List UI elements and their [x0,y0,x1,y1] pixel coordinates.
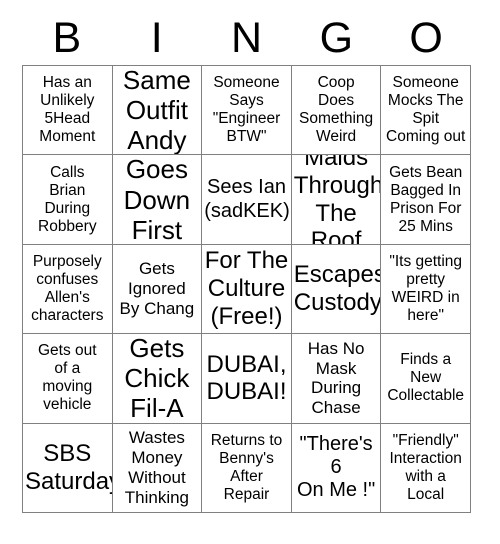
bingo-cell-label: Sees Ian (sadKEK) [204,176,290,222]
bingo-cell-label: Coop Does Something Weird [299,74,374,146]
bingo-cell[interactable]: Returns to Benny's After Repair [202,423,292,513]
bingo-cell-label: Gets Bean Bagged In Prison For 25 Mins [389,163,463,235]
bingo-cell[interactable]: Wastes Money Without Thinking [112,423,203,513]
bingo-cell[interactable]: Gets Chick Fil-A [112,334,203,424]
bingo-cell-label: For The Culture (Free!) [204,247,289,330]
bingo-cell[interactable]: Escapes Custody [291,244,382,335]
bingo-cell-label: Someone Mocks The Spit Coming out [386,74,466,146]
bingo-header: B I N G O [22,12,471,65]
bingo-cell[interactable]: Malds Through The Roof [291,155,382,245]
bingo-cell[interactable]: Has an Unlikely 5Head Moment [23,66,113,156]
bingo-cell-label: Has No Mask During Chase [307,338,365,418]
bingo-cell[interactable]: SBS Saturday [23,423,113,513]
bingo-header-letter-n: N [230,14,263,62]
bingo-cell[interactable]: Purposely confuses Allen's characters [23,244,113,335]
bingo-cell[interactable]: Goes Down First [112,155,203,245]
bingo-cell-label: "Its getting pretty WEIRD in here" [389,253,463,324]
bingo-cell-label: Someone Says "Engineer BTW" [212,74,281,146]
bingo-cell[interactable]: Someone Says "Engineer BTW" [202,66,292,156]
bingo-header-letter-i: I [150,14,163,62]
bingo-cell-label: Wastes Money Without Thinking [124,428,190,507]
bingo-cell[interactable]: Has No Mask During Chase [291,334,382,424]
bingo-cell-label: Same Outfit Andy [122,66,191,156]
bingo-cell[interactable]: "Friendly" Interaction with a Local [381,423,471,513]
bingo-cell-label: Has an Unlikely 5Head Moment [39,74,96,146]
bingo-cell-label: Finds a New Collectable [387,351,465,405]
bingo-cell[interactable]: "There's 6 On Me !" [291,423,382,513]
bingo-cell-label: Purposely confuses Allen's characters [31,253,104,324]
bingo-cell-free-space[interactable]: For The Culture (Free!) [202,244,292,335]
bingo-header-letter-g: G [319,14,354,62]
bingo-cell-label: Gets Ignored By Chang [119,259,195,318]
bingo-cell-label: "There's 6 On Me !" [296,433,376,502]
bingo-cell[interactable]: Finds a New Collectable [381,334,471,424]
bingo-cell-label: Gets out of a moving vehicle [38,342,97,414]
bingo-cell-label: Calls Brian During Robbery [38,163,97,235]
bingo-cell-label: Escapes Custody [293,261,382,316]
bingo-header-letter-b: B [52,14,82,62]
bingo-cell[interactable]: Calls Brian During Robbery [23,155,113,245]
bingo-cell[interactable]: Gets out of a moving vehicle [23,334,113,424]
bingo-card: B I N G O Has an Unlikely 5Head Moment Sa… [0,0,500,544]
bingo-header-letter-o: O [409,14,443,62]
bingo-cell[interactable]: Gets Bean Bagged In Prison For 25 Mins [381,155,471,245]
bingo-cell[interactable]: "Its getting pretty WEIRD in here" [381,244,471,335]
bingo-cell-label: "Friendly" Interaction with a Local [389,431,462,503]
bingo-cell[interactable]: Gets Ignored By Chang [112,244,203,335]
bingo-cell-label: DUBAI, DUBAI! [206,350,287,406]
bingo-cell[interactable]: Same Outfit Andy [112,66,203,156]
bingo-cell[interactable]: Someone Mocks The Spit Coming out [381,66,471,156]
bingo-cell[interactable]: Sees Ian (sadKEK) [202,155,292,245]
bingo-cell[interactable]: DUBAI, DUBAI! [202,334,292,424]
bingo-cell[interactable]: Coop Does Something Weird [291,66,382,156]
bingo-grid: Has an Unlikely 5Head Moment Same Outfit … [22,65,471,513]
bingo-cell-label: Returns to Benny's After Repair [210,431,283,503]
bingo-cell-label: Goes Down First [123,155,191,245]
bingo-cell-label: Malds Through The Roof [293,155,382,245]
bingo-cell-label: Gets Chick Fil-A [124,334,190,424]
bingo-cell-label: SBS Saturday [25,439,113,495]
